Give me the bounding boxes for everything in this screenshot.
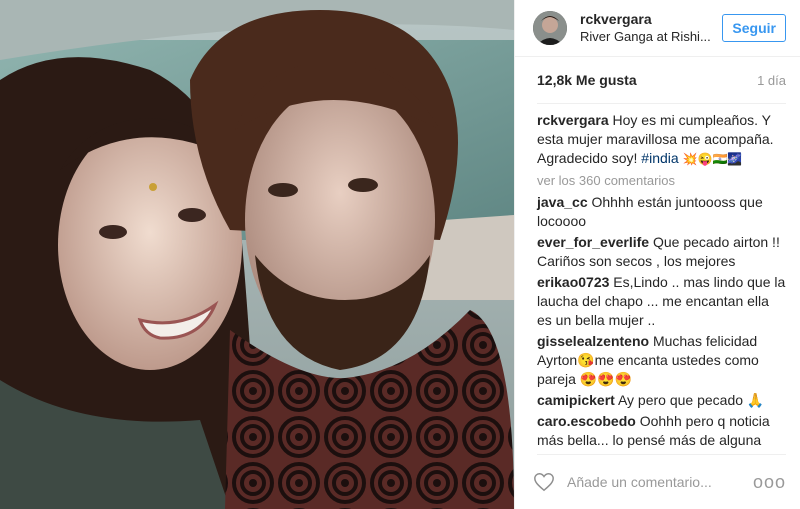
comment-item: camipickert Ay pero que pecado 🙏: [537, 391, 786, 410]
post-sidebar: rckvergara River Ganga at Rishi... Segui…: [514, 0, 800, 509]
post-photo[interactable]: [0, 0, 514, 509]
post-location[interactable]: River Ganga at Rishi...: [580, 28, 722, 45]
post-timestamp[interactable]: 1 día: [757, 73, 786, 88]
heart-outline-icon[interactable]: [533, 471, 555, 493]
author-username[interactable]: rckvergara: [580, 11, 722, 28]
add-comment-bar: ooo: [534, 454, 786, 509]
post-author: rckvergara River Ganga at Rishi...: [580, 11, 722, 45]
comment-username[interactable]: java_cc: [537, 194, 588, 210]
more-options-icon[interactable]: ooo: [753, 473, 786, 491]
comment-item: caro.escobedo Oohhh pero q noticia más b…: [537, 412, 786, 454]
comment-item: ever_for_everlife Que pecado airton !! C…: [537, 233, 786, 271]
comment-username[interactable]: caro.escobedo: [537, 413, 636, 429]
post-dialog: rckvergara River Ganga at Rishi... Segui…: [0, 0, 800, 509]
caption-hashtag[interactable]: #india: [641, 150, 678, 166]
caption-username[interactable]: rckvergara: [537, 112, 609, 128]
comments-list: rckvergara Hoy es mi cumpleaños. Y esta …: [515, 104, 800, 454]
view-all-comments-link[interactable]: ver los 360 comentarios: [537, 171, 786, 190]
caption: rckvergara Hoy es mi cumpleaños. Y esta …: [537, 111, 786, 169]
comment-username[interactable]: erikao0723: [537, 274, 609, 290]
post-stats: 12,8k Me gusta 1 día: [537, 57, 786, 104]
comment-username[interactable]: ever_for_everlife: [537, 234, 649, 250]
avatar-image: [533, 11, 567, 45]
caption-emojis: 💥😜🇮🇳🌌: [682, 152, 743, 166]
follow-button[interactable]: Seguir: [722, 14, 786, 42]
comment-username[interactable]: gisselealzenteno: [537, 333, 649, 349]
post-header: rckvergara River Ganga at Rishi... Segui…: [515, 0, 800, 57]
comment-item: java_cc Ohhhh están juntoooss que locooo…: [537, 193, 786, 231]
comment-item: gisselealzenteno Muchas felicidad Ayrton…: [537, 332, 786, 389]
likes-count[interactable]: 12,8k Me gusta: [537, 72, 637, 88]
add-comment-input[interactable]: [565, 473, 753, 491]
post-photo-image: [0, 0, 514, 509]
comment-text: Ay pero que pecado 🙏: [617, 392, 765, 408]
comment-item: erikao0723 Es,Lindo .. mas lindo que la …: [537, 273, 786, 330]
comment-username[interactable]: camipickert: [537, 392, 615, 408]
avatar[interactable]: [533, 11, 567, 45]
